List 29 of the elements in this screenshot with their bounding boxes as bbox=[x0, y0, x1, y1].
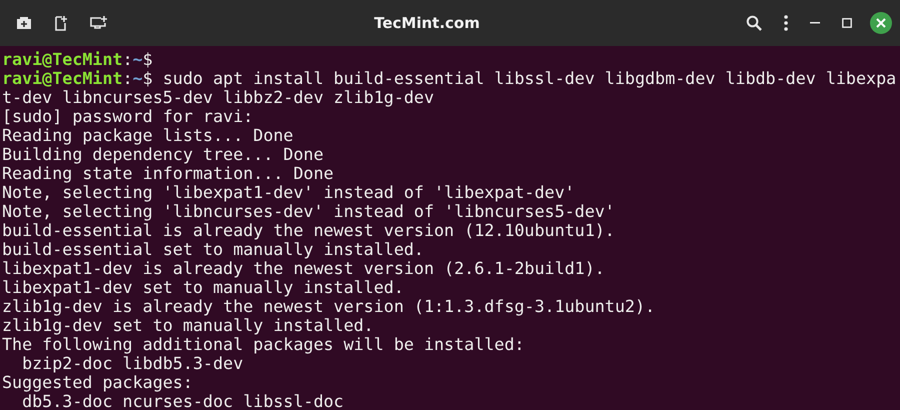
search-icon bbox=[746, 15, 762, 31]
terminal-line: libexpat1-dev set to manually installed. bbox=[2, 278, 405, 297]
terminal-line: bzip2-doc libdb5.3-dev bbox=[21, 354, 244, 373]
terminal-line: Suggested packages: bbox=[2, 373, 194, 392]
terminal-line: ravi@TecMint:~$ sudo apt install build-essential libssl-dev libgdbm-dev libdb-dev libexpa bbox=[2, 69, 898, 88]
terminal-line: build-essential is already the newest version (12.10ubuntu1). bbox=[2, 221, 616, 240]
terminal-line: Reading package lists... Done bbox=[2, 126, 294, 145]
terminal-line: [sudo] password for ravi: bbox=[2, 107, 254, 126]
terminal-line: ravi@TecMint:~$ bbox=[2, 50, 154, 69]
terminal-line: build-essential set to manually installed. bbox=[2, 240, 425, 259]
new-document-icon bbox=[54, 15, 68, 31]
terminal-line: libexpat1-dev is already the newest version (2.6.1-2build1). bbox=[2, 259, 606, 278]
new-tab-icon bbox=[16, 16, 32, 30]
terminal-line: t-dev libncurses5-dev libbz2-dev zlib1g-dev bbox=[2, 88, 436, 107]
minimize-icon bbox=[810, 22, 820, 24]
terminal-line: db5.3-doc ncurses-doc libssl-doc bbox=[22, 392, 345, 410]
terminal-line: Building dependency tree... Done bbox=[2, 145, 324, 164]
window-title: TecMint.com bbox=[373, 14, 481, 32]
terminal-line: zlib1g-dev set to manually installed. bbox=[2, 316, 375, 335]
terminal-line: Note, selecting 'libncurses-dev' instead of 'libncurses5-dev' bbox=[2, 202, 616, 221]
terminal-line: zlib1g-dev is already the newest version (1:1.3.dfsg-3.1ubuntu2). bbox=[2, 297, 656, 316]
maximize-icon bbox=[842, 18, 852, 28]
close-button[interactable] bbox=[870, 12, 892, 34]
screen-plus-icon bbox=[90, 16, 108, 30]
terminal-line: Reading state information... Done bbox=[2, 164, 335, 183]
terminal-line: Note, selecting 'libexpat1-dev' instead of 'libexpat-dev' bbox=[2, 183, 576, 202]
close-icon bbox=[876, 18, 886, 28]
terminal-line: The following additional packages will be installed: bbox=[2, 335, 526, 354]
menu-icon bbox=[784, 15, 788, 31]
